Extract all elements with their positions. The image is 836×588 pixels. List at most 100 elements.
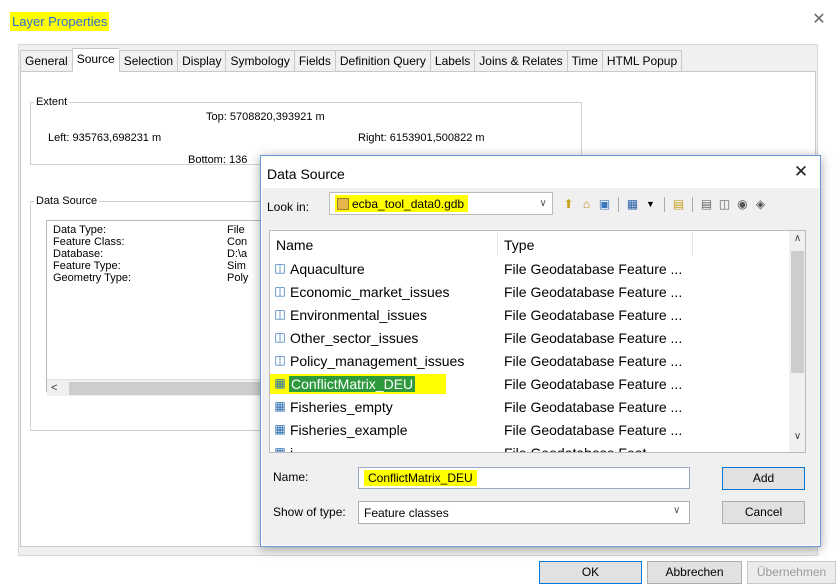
list-item[interactable]: ◫ Aquaculture File Geodatabase Feature .…	[270, 258, 790, 280]
tab-fields[interactable]: Fields	[293, 50, 335, 72]
list-item-name: ConflictMatrix_DEU	[289, 376, 416, 392]
home-icon[interactable]: ⌂	[579, 197, 594, 212]
tab-symbology[interactable]: Symbology	[225, 50, 294, 72]
extent-right: Right: 6153901,500822 m	[358, 132, 485, 144]
geodatabase-icon	[337, 197, 349, 210]
list-item-type: File Geodatabase Feature ...	[504, 399, 683, 415]
name-label: Name:	[273, 470, 309, 484]
name-field-value: ConflictMatrix_DEU	[364, 470, 477, 486]
data-source-dialog: Data Source ✕ Look in: ecba_tool_data0.g…	[260, 155, 821, 547]
ds-value-feature-class: Con	[227, 236, 248, 248]
list-item-type: File Geodatabase Feature ...	[504, 353, 683, 369]
extent-bottom: Bottom: 136	[188, 154, 248, 166]
dialog-close-icon[interactable]: ✕	[787, 160, 815, 184]
list-item-name: Other_sector_issues	[290, 330, 419, 346]
data-source-info-box: Data Type: File Feature Class: Con Datab…	[46, 220, 268, 392]
tab-general[interactable]: General	[20, 50, 72, 72]
tab-definition-query[interactable]: Definition Query	[334, 50, 430, 72]
list-item-name: Economic_market_issues	[290, 284, 450, 300]
column-header-type[interactable]: Type	[504, 237, 534, 253]
polygon-feature-class-icon: ▦	[274, 376, 286, 390]
list-item-name: Policy_management_issues	[290, 353, 465, 369]
ok-button[interactable]: OK	[539, 561, 642, 584]
tab-strip: General Source Selection Display Symbolo…	[20, 48, 683, 72]
extent-group-label: Extent	[34, 96, 70, 108]
show-of-type-value: Feature classes	[364, 506, 449, 520]
dialog-title: Data Source	[267, 166, 345, 182]
scrollbar-thumb[interactable]	[791, 251, 804, 373]
ds-key-database: Database:	[53, 248, 104, 260]
close-icon[interactable]: ✕	[808, 9, 830, 31]
connect-folder-icon[interactable]: ▣	[597, 197, 612, 212]
list-item-type: File Geodatabase Feature ...	[504, 261, 683, 277]
tab-joins-relates[interactable]: Joins & Relates	[474, 50, 567, 72]
show-of-type-label: Show of type:	[273, 505, 346, 519]
feature-dataset-icon: ◫	[274, 330, 286, 344]
chevron-up-icon[interactable]: ∧	[789, 233, 805, 244]
ds-value-geometry-type: Poly	[227, 272, 249, 284]
cancel-button[interactable]: Abbrechen	[647, 561, 742, 584]
list-item[interactable]: ◫ Policy_management_issues File Geodatab…	[270, 350, 790, 372]
view-list-icon[interactable]: ▦	[625, 197, 640, 212]
chevron-down-icon[interactable]: ∨	[536, 195, 550, 213]
list-item[interactable]: ◫ Economic_market_issues File Geodatabas…	[270, 281, 790, 303]
scroll-left-icon[interactable]: <	[51, 380, 57, 397]
list-item-type: File Geodatabase Feature ...	[504, 330, 683, 346]
column-divider[interactable]	[497, 233, 498, 255]
file-list-vertical-scrollbar[interactable]: ∧ ∨	[789, 231, 805, 452]
ds-value-data-type: File	[227, 224, 245, 236]
look-in-value: ecba_tool_data0.gdb	[352, 196, 465, 211]
list-item[interactable]: ◫ Other_sector_issues File Geodatabase F…	[270, 327, 790, 349]
toolbar-separator	[664, 196, 665, 212]
add-button[interactable]: Add	[722, 467, 805, 490]
name-field[interactable]: ConflictMatrix_DEU	[358, 467, 690, 489]
look-in-current: ecba_tool_data0.gdb	[335, 195, 469, 212]
look-in-label: Look in:	[267, 200, 310, 214]
list-item-type: File Geodatabase Feature ...	[504, 284, 683, 300]
catalog-icon[interactable]: ▤	[699, 197, 714, 212]
look-in-dropdown[interactable]: ecba_tool_data0.gdb ∨	[329, 192, 553, 215]
column-divider[interactable]	[692, 233, 693, 255]
up-one-level-icon[interactable]: ⬆	[561, 197, 576, 212]
data-source-horizontal-scrollbar[interactable]: <	[47, 379, 267, 396]
toolbar-separator	[618, 196, 619, 212]
list-item-type: File Geodatabase Feature ...	[504, 422, 683, 438]
scrollbar-thumb[interactable]	[69, 382, 265, 395]
dialog-cancel-button[interactable]: Cancel	[722, 501, 805, 524]
list-item-name: Aquaculture	[290, 261, 365, 277]
show-of-type-dropdown[interactable]: Feature classes ∨	[358, 501, 690, 524]
dialog-toolbar: ⬆ ⌂ ▣ ▦ ▼ ▤ ▤ ◫ ◉ ◈	[561, 195, 768, 213]
tab-time[interactable]: Time	[566, 50, 602, 72]
column-header-name[interactable]: Name	[276, 237, 313, 253]
file-list: Name Type ◫ Aquaculture File Geodatabase…	[269, 230, 806, 453]
tab-html-popup[interactable]: HTML Popup	[601, 50, 683, 72]
tab-display[interactable]: Display	[177, 50, 226, 72]
list-item[interactable]: ▦ Fisheries_example File Geodatabase Fea…	[270, 419, 790, 441]
extent-top: Top: 5708820,393921 m	[206, 111, 325, 123]
polygon-feature-class-icon: ▦	[274, 422, 286, 436]
polygon-feature-class-icon: ▦	[274, 445, 286, 453]
list-item[interactable]: ▦ i File Geodatabase Feat	[270, 442, 790, 453]
globe-icon[interactable]: ◉	[735, 197, 750, 212]
apply-button[interactable]: Übernehmen	[747, 561, 836, 584]
list-item-type: File Geodatabase Feature ...	[504, 376, 683, 392]
chevron-down-icon[interactable]: ∨	[789, 431, 805, 442]
ds-key-geometry-type: Geometry Type:	[53, 272, 132, 284]
add-database-icon[interactable]: ◫	[717, 197, 732, 212]
add-server-icon[interactable]: ◈	[753, 197, 768, 212]
ds-value-database: D:\a	[227, 248, 248, 260]
tab-labels[interactable]: Labels	[429, 50, 475, 72]
ds-value-feature-type: Sim	[227, 260, 246, 272]
list-item-name: Fisheries_empty	[290, 399, 393, 415]
list-item-selected[interactable]: ▦ ConflictMatrix_DEU File Geodatabase Fe…	[270, 373, 790, 395]
tab-selection[interactable]: Selection	[118, 50, 178, 72]
list-item[interactable]: ▦ Fisheries_empty File Geodatabase Featu…	[270, 396, 790, 418]
view-dropdown-icon[interactable]: ▼	[643, 197, 658, 212]
chevron-down-icon[interactable]: ∨	[673, 505, 680, 516]
list-item[interactable]: ◫ Environmental_issues File Geodatabase …	[270, 304, 790, 326]
ds-key-feature-class: Feature Class:	[53, 236, 125, 248]
new-folder-icon[interactable]: ▤	[671, 197, 686, 212]
data-source-group-label: Data Source	[34, 195, 100, 207]
tab-source[interactable]: Source	[71, 48, 119, 72]
feature-dataset-icon: ◫	[274, 307, 286, 321]
